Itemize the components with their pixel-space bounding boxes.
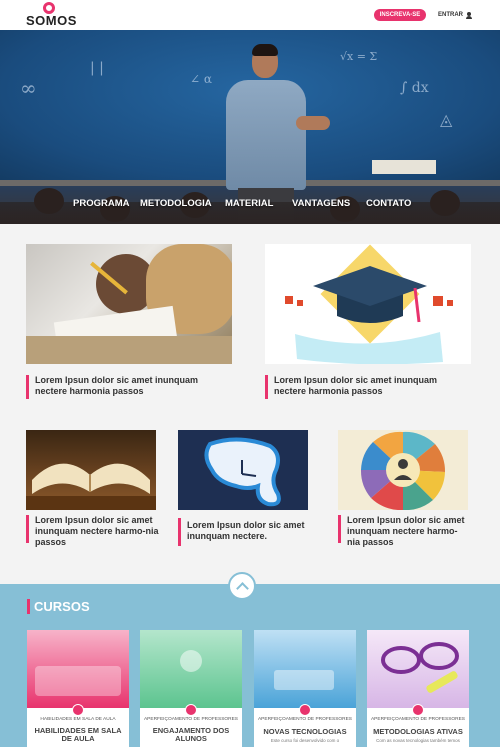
student-figure [180,650,202,672]
course-image [140,630,242,708]
course-badge-icon [299,704,311,716]
course-category: APERFEIÇOAMENTO DE PROFESSORES [143,717,238,722]
subscribe-button[interactable]: INSCREVA-SE [374,9,426,21]
hero-banner: ∞ | | ∠ α √x = Σ ∫ dx ◬ [0,30,500,224]
course-name: ENGAJAMENTO DOS ALUNOS [152,726,230,743]
laptop-figure [274,670,334,690]
graduation-cap-icon [285,244,453,364]
feature-caption[interactable]: Lorem Ipsun dolor sic amet inunquam nect… [187,520,312,542]
course-category: APERFEIÇOAMENTO DE PROFESSORES [257,717,352,722]
icons-circle-icon [360,431,446,510]
paper-stack [372,160,436,174]
scroll-up-button[interactable] [228,572,256,600]
course-card[interactable]: HABILIDADES EM SALA DE AULA HABILIDADES … [27,630,129,747]
icons-circle-illustration[interactable] [338,430,468,510]
login-link[interactable]: ENTRAR [438,9,472,21]
section-title-bar [27,599,30,614]
course-card[interactable]: APERFEIÇOAMENTO DE PROFESSORES NOVAS TEC… [254,630,356,747]
audience-head [34,188,64,214]
desk [26,336,232,364]
top-header: SOMOS INSCREVA-SE ENTRAR [0,0,500,30]
course-image [27,630,129,708]
chalk-symbol: ∞ [20,76,37,100]
audience-head [430,190,460,216]
nav-metodologia[interactable]: METODOLOGIA [140,198,212,209]
feature-caption[interactable]: Lorem Ipsun dolor sic amet inunquam nect… [347,515,469,548]
melting-clock-illustration[interactable] [178,430,308,510]
course-image [254,630,356,708]
course-category: APERFEIÇOAMENTO DE PROFESSORES [370,717,465,722]
course-name: HABILIDADES EM SALA DE AULA [34,726,122,743]
section-title: CURSOS [34,599,90,614]
feature-caption[interactable]: Lorem Ipsun dolor sic amet inunquam nect… [35,375,225,397]
classroom-desks [35,666,121,696]
graduation-cap-illustration[interactable] [265,244,471,364]
caption-bar [178,518,181,546]
nav-contato[interactable]: CONTATO [366,198,411,209]
feature-caption[interactable]: Lorem Ipsun dolor sic amet inunquam nect… [35,515,160,548]
course-name: METODOLOGIAS ATIVAS [373,727,463,736]
teacher-arm [296,116,330,130]
teacher-hair [252,44,278,56]
chalk-symbol: | | [90,60,104,76]
course-badge-icon [412,704,424,716]
course-image [367,630,469,708]
user-icon [466,11,472,19]
open-book-photo[interactable] [26,430,156,510]
open-book-icon [26,463,156,510]
chalk-symbol: ∠ α [190,72,212,86]
login-label: ENTRAR [438,12,463,18]
caption-bar [338,515,341,543]
course-description: Com as novas tecnologias também temos [376,738,460,743]
caption-bar [26,515,29,543]
chevron-up-icon [235,581,249,595]
chalk-symbol: √x = Σ [340,50,378,63]
course-name: NOVAS TECNOLOGIAS [263,727,347,736]
caption-bar [265,375,268,399]
glasses-icon [381,642,459,693]
caption-bar [26,375,29,399]
nav-vantagens[interactable]: VANTAGENS [292,198,350,209]
student-writing-photo[interactable] [26,244,232,364]
course-badge-icon [72,704,84,716]
chalk-symbol: ◬ [440,110,453,129]
course-category: HABILIDADES EM SALA DE AULA [40,717,116,722]
logo-text: SOMOS [26,13,77,28]
teacher-body [226,80,306,190]
course-card[interactable]: APERFEIÇOAMENTO DE PROFESSORES ENGAJAMEN… [140,630,242,747]
feature-caption[interactable]: Lorem Ipsun dolor sic amet inunquam nect… [274,375,464,397]
chalk-symbol: ∫ dx [400,80,429,96]
nav-material[interactable]: MATERIAL [225,198,273,209]
course-badge-icon [185,704,197,716]
nav-programa[interactable]: PROGRAMA [73,198,129,209]
somos-logo[interactable]: SOMOS [26,2,86,28]
course-description: Este curso foi desenvolvido com o [270,738,340,743]
course-card[interactable]: APERFEIÇOAMENTO DE PROFESSORES METODOLOG… [367,630,469,747]
melting-clock-icon [204,437,281,507]
